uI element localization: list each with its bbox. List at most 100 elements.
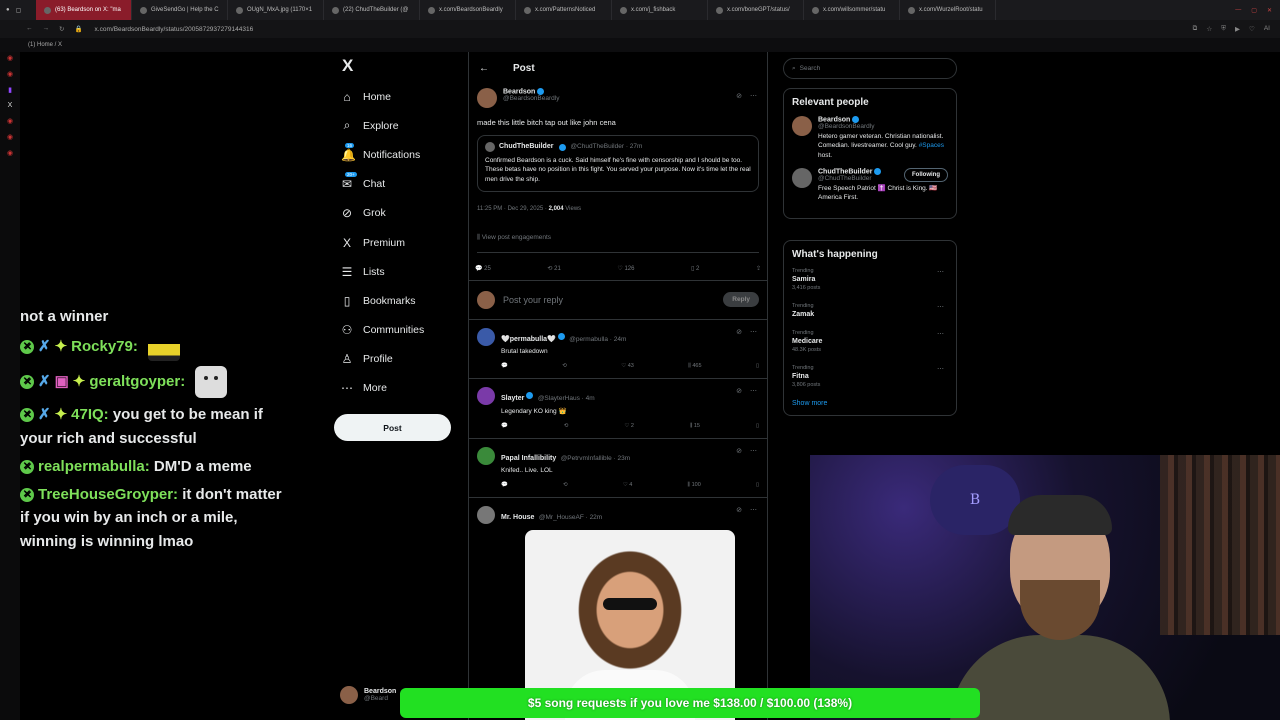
author-name[interactable]: Beardson xyxy=(503,88,535,95)
more-icon[interactable]: ⋯ xyxy=(750,447,757,455)
play-icon[interactable]: ▶ xyxy=(1235,25,1240,33)
maximize-icon[interactable]: ▢ xyxy=(1251,7,1257,14)
x-logo[interactable]: X xyxy=(342,56,454,82)
more-icon[interactable]: ⋯ xyxy=(937,365,944,373)
window-controls[interactable]: — ▢ ✕ xyxy=(1235,7,1280,14)
reply-input[interactable]: Post your reply xyxy=(503,295,715,305)
repost-icon[interactable]: ⟲ xyxy=(562,363,567,370)
nav-item-notifications[interactable]: 🔔 16 Notifications xyxy=(334,140,454,169)
trend-item[interactable]: Trending Zamak ⋯ xyxy=(792,303,948,318)
reply-tweet[interactable]: 🤍permabulla🤍 @permabulla · 24m Brutal tak… xyxy=(469,320,767,379)
back-arrow-icon[interactable]: ← xyxy=(479,63,489,74)
avatar[interactable] xyxy=(477,88,497,108)
browser-tab[interactable]: x.com/WurzelRoot/statu xyxy=(900,0,996,20)
browser-tab[interactable]: x.com/j_fishback xyxy=(612,0,708,20)
like-button[interactable]: ♡ 2 xyxy=(624,423,634,430)
view-engagements-link[interactable]: ⫼ View post engagements xyxy=(477,234,759,253)
sidebar-app-icon[interactable]: ◉ xyxy=(7,133,13,141)
minimize-icon[interactable]: — xyxy=(1235,7,1241,14)
browser-tab[interactable]: x.com/boneGPT/status/ xyxy=(708,0,804,20)
sidebar-app-icon[interactable]: ◉ xyxy=(7,54,13,62)
bookmark-icon[interactable]: ▯ xyxy=(756,482,759,489)
nav-item-grok[interactable]: ⊘ Grok xyxy=(334,199,454,228)
browser-tab[interactable]: x.com/PatternsNoticed xyxy=(516,0,612,20)
more-icon[interactable]: ⋯ xyxy=(937,330,944,338)
like-button[interactable]: ♡ 43 xyxy=(621,363,634,370)
reply-button[interactable]: 💬 25 xyxy=(475,265,491,272)
heart-icon[interactable]: ♡ xyxy=(1249,25,1255,33)
nav-item-bookmarks[interactable]: ▯ Bookmarks xyxy=(334,286,454,315)
following-button[interactable]: Following xyxy=(904,167,948,182)
nav-item-more[interactable]: ⋯ More xyxy=(334,374,454,403)
nav-item-premium[interactable]: X Premium xyxy=(334,228,454,257)
repost-icon[interactable]: ⟲ xyxy=(564,423,569,430)
grok-icon[interactable]: ⊘ xyxy=(736,92,742,100)
grok-icon[interactable]: ⊘ xyxy=(736,328,742,336)
browser-tab[interactable]: (22) ChudTheBuilder (@ xyxy=(324,0,420,20)
like-button[interactable]: ♡ 126 xyxy=(617,265,634,272)
grok-icon[interactable]: ⊘ xyxy=(736,447,742,455)
share-icon[interactable]: ⇪ xyxy=(756,265,761,272)
author-handle[interactable]: @BeardsonBeardly xyxy=(503,95,559,102)
reload-icon[interactable]: ↻ xyxy=(59,25,64,33)
sidebar-app-icon[interactable]: ◉ xyxy=(7,117,13,125)
nav-item-profile[interactable]: ♙ Profile xyxy=(334,345,454,374)
like-button[interactable]: ♡ 4 xyxy=(623,482,633,489)
nav-item-explore[interactable]: ⌕ Explore xyxy=(334,111,454,140)
avatar[interactable] xyxy=(477,327,495,346)
views-count[interactable]: ⫼ 15 xyxy=(690,423,700,430)
sidebar-twitch-icon[interactable]: ▮ xyxy=(8,86,12,94)
views-count[interactable]: ⫼ 465 xyxy=(688,363,701,370)
show-more-link[interactable]: Show more xyxy=(792,400,948,407)
post-button[interactable]: Post xyxy=(334,414,451,441)
reply-icon[interactable]: 💬 xyxy=(501,423,508,430)
reply-icon[interactable]: 💬 xyxy=(501,363,508,370)
grok-icon[interactable]: ⊘ xyxy=(736,387,742,395)
forward-icon[interactable]: → xyxy=(43,25,50,33)
bookmark-icon[interactable]: ▯ xyxy=(756,363,759,370)
nav-item-chat[interactable]: ✉ 20+ Chat xyxy=(334,170,454,199)
nav-item-lists[interactable]: ☰ Lists xyxy=(334,257,454,286)
more-icon[interactable]: ⋯ xyxy=(937,268,944,276)
back-icon[interactable]: ← xyxy=(26,25,33,33)
nav-item-communities[interactable]: ⚇ Communities xyxy=(334,316,454,345)
shield-icon[interactable]: ⛨ xyxy=(1221,25,1226,33)
trend-item[interactable]: Trending Fitna 3,806 posts ⋯ xyxy=(792,365,948,388)
sidebar-app-icon[interactable]: ◉ xyxy=(7,149,13,157)
url-field[interactable]: x.com/BeardsonBeardly/status/20058729372… xyxy=(95,26,254,33)
bookmark-home[interactable]: (1) Home / X xyxy=(28,42,62,48)
browser-tab[interactable]: GiveSendGo | Help the C xyxy=(132,0,228,20)
tab-list-icon[interactable]: ▢ xyxy=(16,7,22,14)
avatar[interactable] xyxy=(477,386,495,405)
reply-tweet[interactable]: Papal Infallibility @PetrvmInfallible · … xyxy=(469,439,767,498)
close-icon[interactable]: ✕ xyxy=(1267,7,1272,14)
reply-tweet[interactable]: Slayter @SlayterHaus · 4m Legendary KO ki… xyxy=(469,379,767,439)
account-switcher[interactable]: Beardson @Beard xyxy=(340,686,396,704)
more-icon[interactable]: ⋯ xyxy=(750,506,757,514)
more-icon[interactable]: ⋯ xyxy=(937,303,944,311)
search-input[interactable]: ⌕ Search xyxy=(783,58,957,79)
browser-tab[interactable]: (63) Beardson on X: "ma xyxy=(36,0,132,20)
repost-icon[interactable]: ⟲ xyxy=(563,482,568,489)
menu-icon[interactable]: ● xyxy=(6,7,10,14)
browser-tab[interactable]: x.com/BeardsonBeardly xyxy=(420,0,516,20)
nav-item-home[interactable]: ⌂ Home xyxy=(334,82,454,111)
browser-tab[interactable]: OUgN_MxA.jpg (1170×1 xyxy=(228,0,324,20)
browser-tab[interactable]: x.com/willsommer/statu xyxy=(804,0,900,20)
trend-item[interactable]: Trending Samira 3,416 posts ⋯ xyxy=(792,268,948,291)
bookmark-icon[interactable]: ▯ xyxy=(756,423,759,430)
avatar[interactable] xyxy=(477,505,495,524)
sidebar-x-icon[interactable]: X xyxy=(8,102,13,109)
quote-tweet[interactable]: ChudTheBuilder @ChudTheBuilder · 27m Con… xyxy=(477,135,759,192)
reply-tweet[interactable]: Mr. House @Mr_HouseAF · 22m ⊘ ⋯ xyxy=(469,498,767,720)
relevant-person[interactable]: ChudTheBuilder @ChudTheBuilder Free Speec… xyxy=(792,167,948,203)
more-icon[interactable]: ⋯ xyxy=(750,387,757,395)
repost-button[interactable]: ⟲ 21 xyxy=(547,265,560,272)
avatar[interactable] xyxy=(477,446,495,465)
reply-submit-button[interactable]: Reply xyxy=(723,292,759,308)
ai-icon[interactable]: AI xyxy=(1264,25,1270,33)
browser-menu-icons[interactable]: ● ▢ xyxy=(0,7,36,14)
sidebar-app-icon[interactable]: ◉ xyxy=(7,70,13,78)
extension-icon[interactable]: ⧉ xyxy=(1193,25,1198,33)
more-icon[interactable]: ⋯ xyxy=(750,328,757,336)
